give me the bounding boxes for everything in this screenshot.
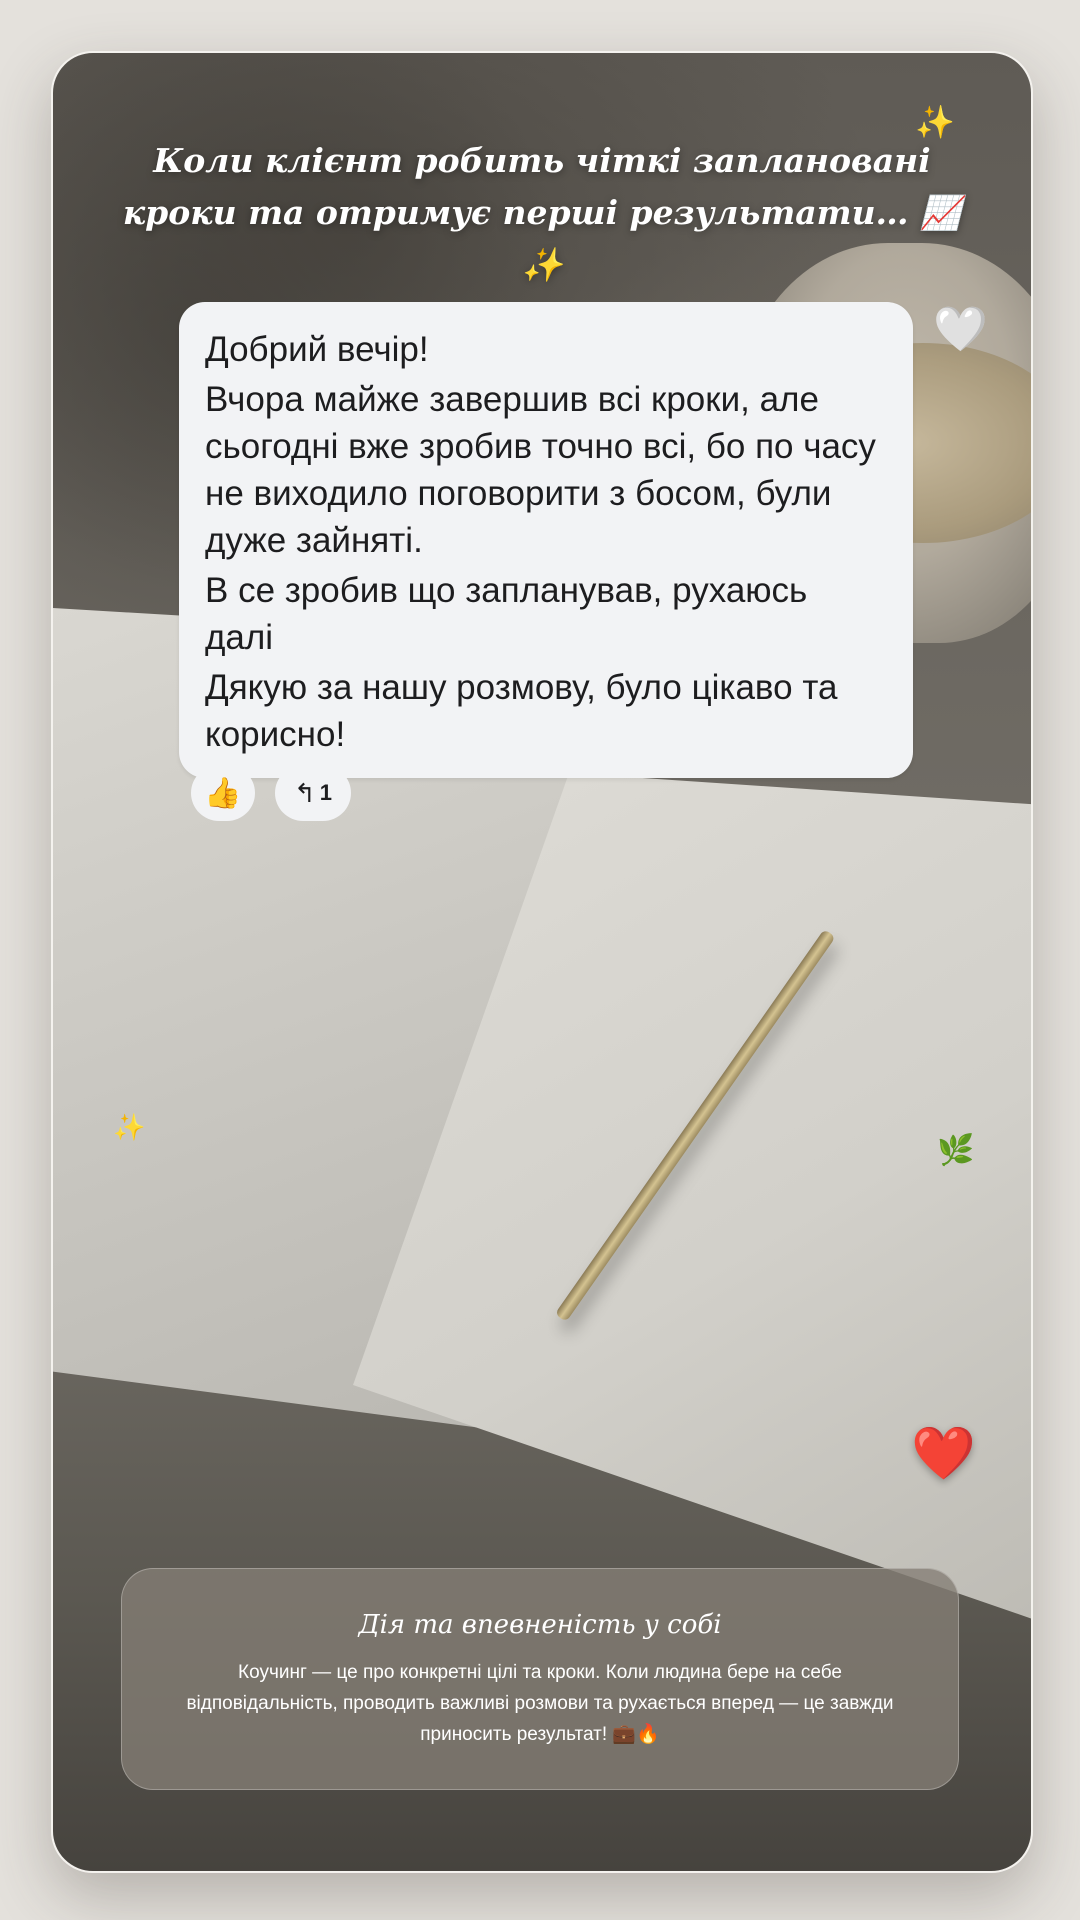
message-line: Вчора майже завершив всі кроки, але сьог… — [205, 380, 876, 560]
message-bubble[interactable]: Добрий вечір! Вчора майже завершив всі к… — [179, 302, 913, 778]
message-line: В се зробив що запланував, рухаюсь далі — [205, 571, 808, 657]
white-heart-icon: 🤍 — [933, 304, 988, 355]
info-text: Коучинг — це про конкретні цілі та кроки… — [186, 1662, 894, 1745]
red-heart-icon: ❤️ — [911, 1424, 976, 1484]
sparkle-icon: ✨ — [113, 1113, 146, 1143]
info-title: Дія та впевненість у собі — [358, 1610, 722, 1640]
headline: Коли клієнт робить чіткі заплановані кро… — [122, 141, 962, 284]
thumbs-up-icon: 👍 — [204, 775, 242, 811]
thumbs-up-reaction[interactable]: 👍 — [191, 765, 255, 821]
reply-arrow-icon: ↰ — [293, 777, 316, 808]
message-line: Дякую за нашу розмову, було цікаво та ко… — [205, 668, 838, 754]
story-card: ✨ ✨ 🌿 🤍 ❤️ Коли клієнт робить чіткі запл… — [51, 51, 1033, 1873]
leaf-icon: 🌿 — [937, 1133, 975, 1168]
reply-count-button[interactable]: ↰ 1 — [275, 765, 351, 821]
reply-count: 1 — [319, 780, 333, 805]
message-line: Добрий вечір! — [205, 330, 429, 369]
info-box: Дія та впевненість у собі Коучинг — це п… — [121, 1568, 959, 1790]
